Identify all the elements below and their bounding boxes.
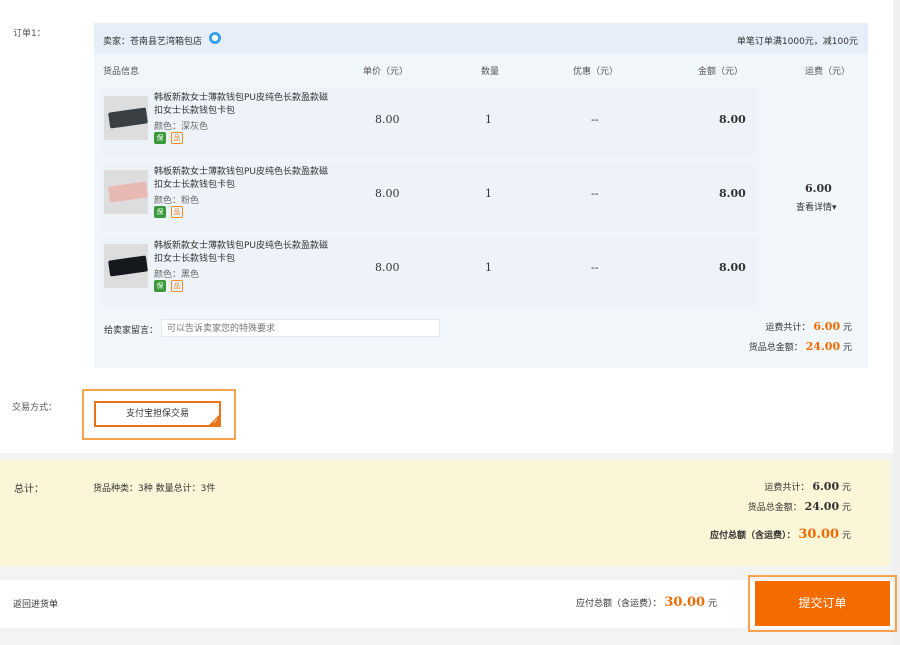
unit-label: 元 bbox=[841, 531, 851, 541]
product-thumbnail[interactable] bbox=[104, 96, 148, 140]
product-title[interactable]: 韩板新款女士薄款钱包PU皮纯色长款盈款磁扣女士长款钱包卡包 bbox=[154, 92, 329, 118]
product-image bbox=[108, 181, 148, 203]
caret-down-icon: ▾ bbox=[832, 203, 837, 213]
header-unit-price: 单价（元） bbox=[363, 67, 409, 77]
header-shipping: 运费（元） bbox=[805, 67, 851, 77]
product-badges: 保 品 bbox=[154, 280, 185, 292]
discount: -- bbox=[591, 187, 599, 200]
guarantee-icon: 保 bbox=[154, 206, 166, 218]
quantity: 1 bbox=[485, 113, 492, 126]
unit-label: 元 bbox=[842, 343, 852, 353]
guarantee-icon: 保 bbox=[154, 280, 166, 292]
total-shipping-line: 运费共计： 6.00 元 bbox=[764, 480, 851, 493]
trade-label: 交易方式： bbox=[12, 403, 58, 413]
total-section: 总计： 货品种类：3种 数量总计：3件 运费共计： 6.00 元 货品总金额： … bbox=[0, 460, 890, 566]
chat-icon[interactable]: ● bbox=[209, 32, 221, 44]
product-image bbox=[108, 107, 148, 129]
total-goods-label: 货品总金额： bbox=[747, 503, 802, 513]
total-payable-line: 应付总额（含运费）： 30.00 元 bbox=[710, 527, 851, 542]
unit-label: 元 bbox=[707, 599, 717, 609]
product-image bbox=[108, 255, 148, 277]
total-counts: 货品种类：3种 数量总计：3件 bbox=[93, 484, 216, 494]
quantity: 1 bbox=[485, 187, 492, 200]
product-attr: 颜色：粉色 bbox=[154, 196, 200, 206]
quality-icon: 品 bbox=[170, 280, 183, 292]
amount: 8.00 bbox=[719, 113, 746, 126]
seller-name[interactable]: 卖家：苍南县艺湾箱包店 bbox=[103, 34, 202, 47]
shipping-detail-label: 查看详情 bbox=[796, 203, 833, 213]
submit-order-button[interactable]: 提交订单 bbox=[755, 581, 890, 626]
footer-payable-value: 30.00 bbox=[664, 595, 706, 610]
quantity: 1 bbox=[485, 261, 492, 274]
total-shipping-label: 运费共计： bbox=[764, 483, 810, 493]
unit-price: 8.00 bbox=[375, 113, 400, 126]
quality-icon: 品 bbox=[170, 206, 183, 218]
total-label: 总计： bbox=[14, 484, 44, 495]
guarantee-icon: 保 bbox=[154, 132, 166, 144]
back-to-cart-link[interactable]: 返回进货单 bbox=[13, 597, 58, 610]
total-shipping-value: 6.00 bbox=[812, 480, 840, 493]
shipping-detail-link[interactable]: 查看详情▾ bbox=[796, 200, 837, 213]
goods-total-line: 货品总金额： 24.00 元 bbox=[749, 340, 852, 353]
order-label: 订单1： bbox=[13, 29, 46, 39]
product-badges: 保 品 bbox=[154, 206, 185, 218]
footer-payable-line: 应付总额（含运费）： 30.00 元 bbox=[576, 595, 717, 610]
product-thumbnail[interactable] bbox=[104, 244, 148, 288]
page: 订单1： 卖家：苍南县艺湾箱包店 ● 单笔订单满1000元，减100元 货品信息… bbox=[0, 0, 897, 645]
footer-payable-label: 应付总额（含运费）： bbox=[576, 599, 662, 609]
seller-bar: 卖家：苍南县艺湾箱包店 ● 单笔订单满1000元，减100元 bbox=[94, 23, 868, 54]
table-row: 韩板新款女士薄款钱包PU皮纯色长款盈款磁扣女士长款钱包卡包 颜色：深灰色 保 品… bbox=[102, 88, 758, 158]
header-discount: 优惠（元） bbox=[573, 67, 619, 77]
unit-label: 元 bbox=[841, 503, 851, 513]
order-box: 卖家：苍南县艺湾箱包店 ● 单笔订单满1000元，减100元 货品信息 单价（元… bbox=[94, 23, 868, 368]
unit-price: 8.00 bbox=[375, 261, 400, 274]
total-payable-label: 应付总额（含运费）： bbox=[710, 531, 796, 541]
header-info: 货品信息 bbox=[103, 67, 140, 77]
total-payable-value: 30.00 bbox=[798, 527, 840, 542]
product-title[interactable]: 韩板新款女士薄款钱包PU皮纯色长款盈款磁扣女士长款钱包卡包 bbox=[154, 240, 329, 266]
discount: -- bbox=[591, 113, 599, 126]
shipping-total-label: 运费共计： bbox=[765, 323, 811, 333]
unit-price: 8.00 bbox=[375, 187, 400, 200]
total-goods-value: 24.00 bbox=[804, 500, 840, 513]
message-input[interactable] bbox=[161, 319, 440, 337]
total-goods-line: 货品总金额： 24.00 元 bbox=[748, 500, 851, 513]
product-attr: 颜色：黑色 bbox=[154, 270, 200, 280]
unit-label: 元 bbox=[842, 323, 852, 333]
table-row: 韩板新款女士薄款钱包PU皮纯色长款盈款磁扣女士长款钱包卡包 颜色：粉色 保 品 … bbox=[102, 162, 758, 232]
amount: 8.00 bbox=[719, 187, 746, 200]
discount: -- bbox=[591, 261, 599, 274]
shipping-total-value: 6.00 bbox=[813, 320, 841, 333]
order-section: 订单1： 卖家：苍南县艺湾箱包店 ● 单笔订单满1000元，减100元 货品信息… bbox=[0, 0, 893, 453]
product-thumbnail[interactable] bbox=[104, 170, 148, 214]
shipping-total-line: 运费共计： 6.00 元 bbox=[765, 320, 852, 333]
header-amount: 金额（元） bbox=[698, 67, 744, 77]
goods-total-value: 24.00 bbox=[805, 340, 841, 353]
product-attr: 颜色：深灰色 bbox=[154, 122, 209, 132]
product-badges: 保 品 bbox=[154, 132, 185, 144]
promo-text: 单笔订单满1000元，减100元 bbox=[736, 37, 858, 47]
shipping-column: 6.00 查看详情▾ bbox=[769, 88, 864, 304]
check-icon: ✓ bbox=[213, 418, 219, 425]
unit-label: 元 bbox=[841, 483, 851, 493]
message-label: 给卖家留言： bbox=[104, 326, 159, 336]
goods-total-label: 货品总金额： bbox=[748, 343, 803, 353]
amount: 8.00 bbox=[719, 261, 746, 274]
quality-icon: 品 bbox=[170, 132, 183, 144]
shipping-value: 6.00 bbox=[805, 182, 832, 195]
product-title[interactable]: 韩板新款女士薄款钱包PU皮纯色长款盈款磁扣女士长款钱包卡包 bbox=[154, 166, 329, 192]
header-quantity: 数量 bbox=[481, 67, 500, 77]
table-row: 韩板新款女士薄款钱包PU皮纯色长款盈款磁扣女士长款钱包卡包 颜色：黑色 保 品 … bbox=[102, 236, 758, 306]
trade-option-alipay[interactable]: 支付宝担保交易 bbox=[94, 401, 221, 427]
